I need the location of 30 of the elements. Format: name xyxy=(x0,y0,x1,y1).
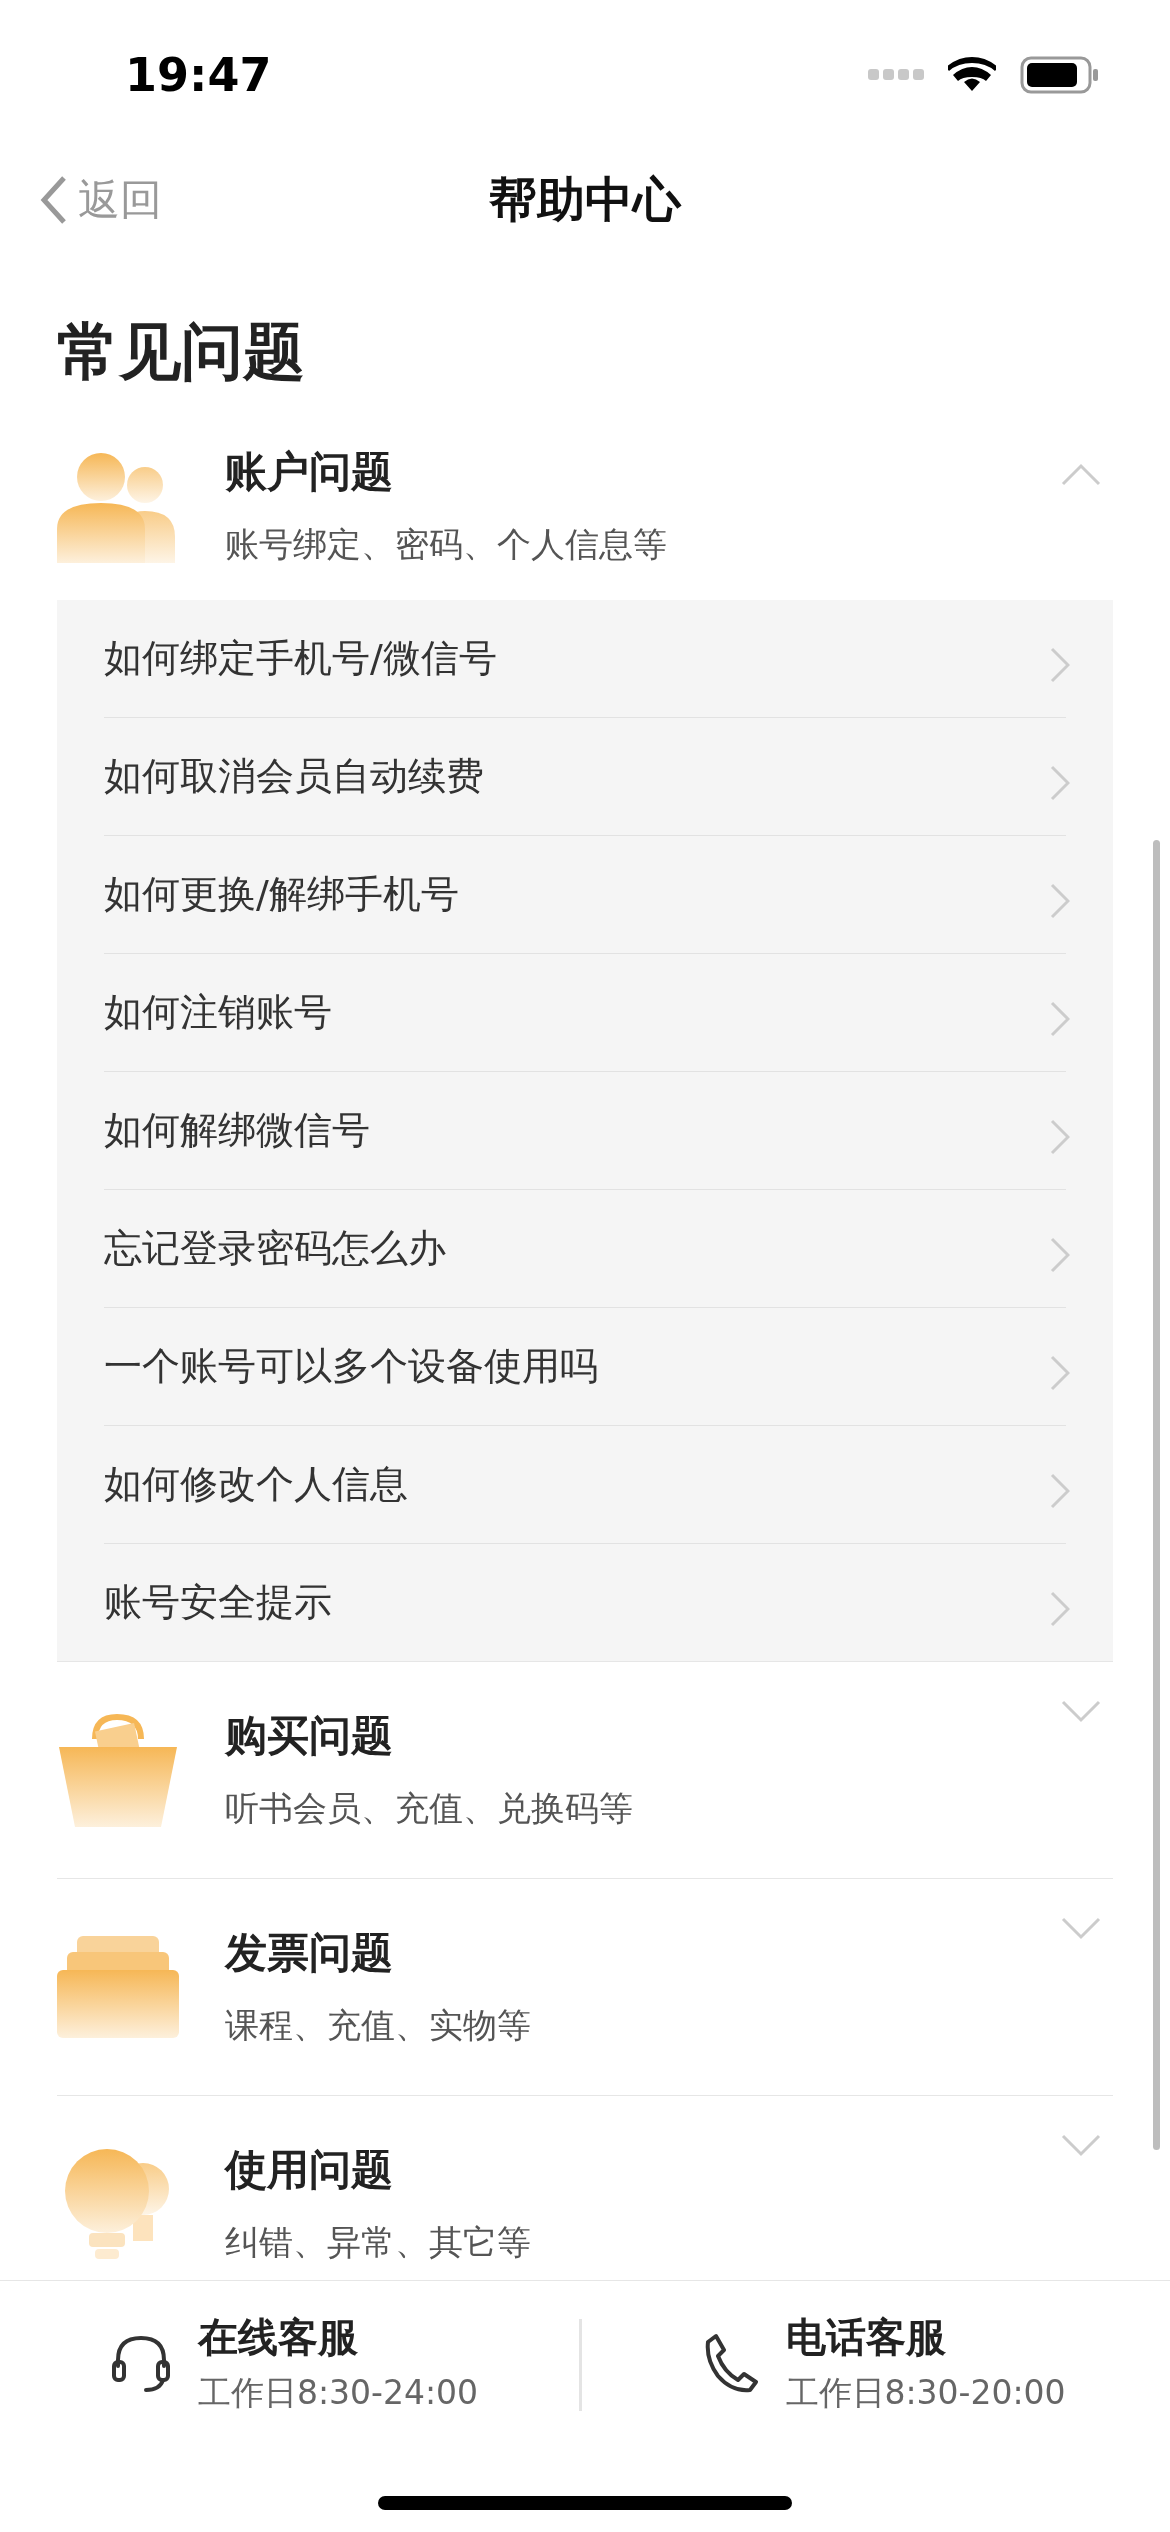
support-hours: 工作日8:30-24:00 xyxy=(198,2372,479,2414)
question-link[interactable]: 一个账号可以多个设备使用吗 xyxy=(104,1341,598,1392)
page-title: 帮助中心 xyxy=(489,170,681,229)
category-header[interactable]: 发票问题 课程、充值、实物等 xyxy=(57,1879,1113,2096)
question-link[interactable]: 如何解绑微信号 xyxy=(104,1105,370,1156)
status-time: 19:47 xyxy=(125,48,272,102)
support-button[interactable]: 电话客服 工作日8:30-20:00 xyxy=(581,2309,1170,2417)
category-subtitle: 账号绑定、密码、个人信息等 xyxy=(225,523,668,566)
category-title: 使用问题 xyxy=(225,2144,394,2196)
question-link[interactable]: 账号安全提示 xyxy=(104,1577,332,1628)
section-heading: 常见问题 xyxy=(57,314,306,390)
category-title: 账户问题 xyxy=(225,446,394,498)
support-title: 电话客服 xyxy=(785,2313,947,2362)
question-link[interactable]: 忘记登录密码怎么办 xyxy=(104,1223,446,1274)
category-title: 购买问题 xyxy=(225,1710,394,1762)
category-subtitle: 听书会员、充值、兑换码等 xyxy=(225,1787,634,1830)
category-subtitle: 纠错、异常、其它等 xyxy=(225,2221,532,2264)
support-button[interactable]: 在线客服 工作日8:30-24:00 xyxy=(0,2309,579,2417)
question-link[interactable]: 如何取消会员自动续费 xyxy=(104,751,484,802)
question-link[interactable]: 如何更换/解绑手机号 xyxy=(104,869,459,920)
question-link[interactable]: 如何修改个人信息 xyxy=(104,1459,408,1510)
question-link[interactable]: 如何注销账号 xyxy=(104,987,332,1038)
category-title: 发票问题 xyxy=(225,1927,394,1979)
question-link[interactable]: 如何绑定手机号/微信号 xyxy=(104,633,497,684)
support-hours: 工作日8:30-20:00 xyxy=(785,2372,1066,2414)
category-header[interactable]: 使用问题 纠错、异常、其它等 xyxy=(57,2096,1113,2280)
category-header[interactable]: 购买问题 听书会员、充值、兑换码等 xyxy=(57,1662,1113,1879)
category-header[interactable]: 账户问题 账号绑定、密码、个人信息等 xyxy=(57,424,1113,600)
support-title: 在线客服 xyxy=(198,2313,359,2362)
category-subtitle: 课程、充值、实物等 xyxy=(225,2004,532,2047)
